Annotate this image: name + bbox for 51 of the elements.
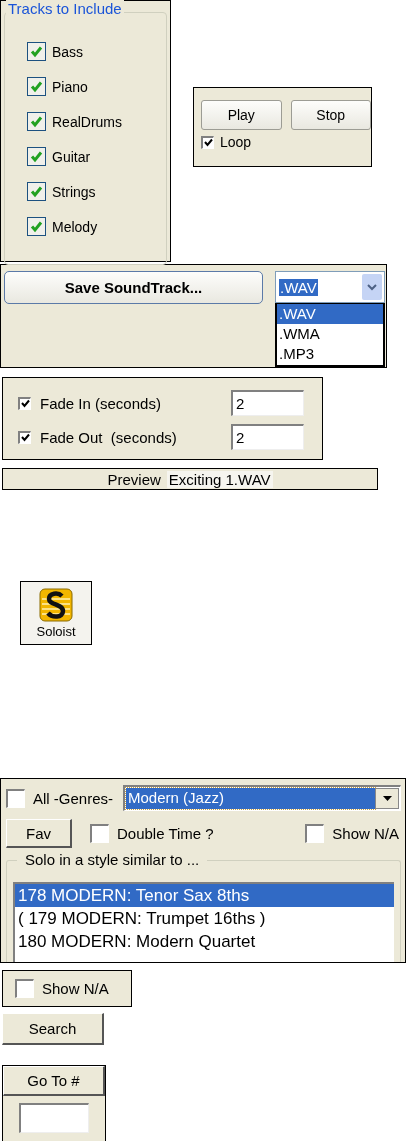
list-item[interactable]: 178 MODERN: Tenor Sax 8ths [15, 884, 394, 907]
checkbox-label: Bass [52, 43, 84, 60]
chevron-down-icon [367, 283, 377, 291]
checkbox-label: All -Genres- [33, 789, 114, 807]
dropdown-arrow-icon [382, 796, 392, 801]
dropdown-option[interactable]: .WMA [277, 324, 383, 344]
checkbox[interactable] [27, 112, 46, 131]
soloist-button[interactable]: Soloist [20, 581, 92, 645]
checkbox-label: Fade Out (seconds) [40, 428, 178, 446]
checkbox-label: Double Time ? [117, 825, 214, 842]
checkbox[interactable] [15, 979, 34, 998]
checkbox[interactable] [201, 135, 214, 149]
checkbox[interactable] [305, 824, 325, 843]
checkbox-label: Melody [52, 218, 98, 235]
checkbox[interactable] [27, 217, 46, 236]
seconds-field[interactable]: 2 [231, 390, 304, 416]
checkbox-label: Piano [52, 78, 88, 95]
list-item[interactable]: ( 179 MODERN: Trumpet 16ths ) [15, 907, 394, 930]
search-button[interactable]: Search [2, 1013, 104, 1045]
dropdown-option[interactable]: .WAV [277, 304, 383, 324]
list-item[interactable]: 180 MODERN: Modern Quartet [15, 930, 394, 953]
checkbox-label: Fade In (seconds) [40, 394, 162, 412]
file-name: Exciting 1.WAV [166, 470, 273, 488]
checkbox-label: Loop [220, 134, 252, 150]
checkbox[interactable] [27, 77, 46, 96]
checkbox[interactable] [27, 42, 46, 61]
group-title: Solo in a style similar to ... [17, 851, 208, 868]
fav-button[interactable]: Fav [6, 819, 72, 848]
checkbox-label: Show N/A [332, 825, 399, 842]
checkbox-label: Show N/A [42, 980, 109, 997]
play-button[interactable]: Play [201, 100, 282, 130]
number-field[interactable] [19, 1103, 89, 1133]
checkbox[interactable] [18, 430, 31, 444]
checkbox[interactable] [27, 182, 46, 201]
genre-dropdown[interactable]: Modern (Jazz) [123, 785, 401, 811]
save-button[interactable]: Save SoundTrack... [4, 271, 263, 304]
dropdown-option[interactable]: .MP3 [277, 344, 383, 364]
seconds-field[interactable]: 2 [231, 424, 304, 450]
checkbox-label: Guitar [52, 148, 91, 165]
preview-label: Preview [107, 470, 161, 488]
go-to-button[interactable]: Go To # [3, 1066, 105, 1096]
group-title: Tracks to Include [6, 0, 124, 17]
soloist-icon [39, 587, 73, 622]
checkbox[interactable] [6, 788, 25, 808]
checkbox[interactable] [18, 396, 31, 410]
checkbox-label: RealDrums [52, 113, 122, 130]
checkbox[interactable] [27, 147, 46, 166]
stop-button[interactable]: Stop [290, 100, 371, 130]
checkbox[interactable] [90, 824, 109, 843]
format-dropdown[interactable]: .WAV [275, 271, 385, 303]
checkbox-label: Strings [52, 183, 96, 200]
